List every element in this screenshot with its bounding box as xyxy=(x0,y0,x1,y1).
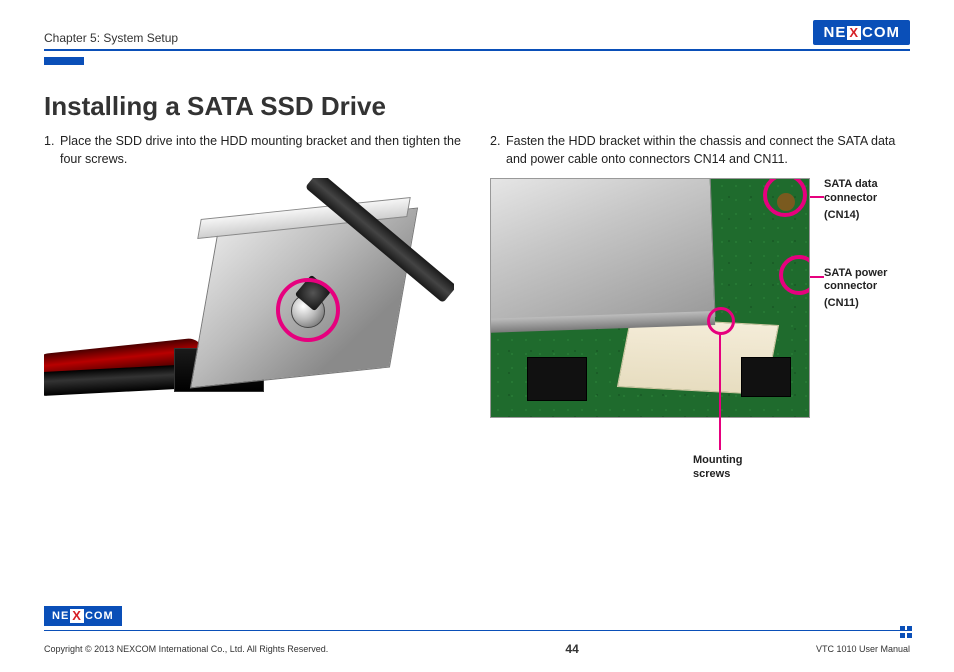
footer-logo: NE X COM xyxy=(44,606,122,626)
label-mounting-line2: screws xyxy=(693,468,742,482)
content-columns: 1. Place the SDD drive into the HDD moun… xyxy=(44,132,910,436)
leader-line-icon xyxy=(810,276,824,278)
copyright-text: Copyright © 2013 NEXCOM International Co… xyxy=(44,644,328,654)
leader-line-icon xyxy=(719,334,721,450)
label-sata-power: SATA power connector xyxy=(824,267,914,295)
logo-text-pre: NE xyxy=(52,610,69,622)
page-footer: NE X COM Copyright © 2013 NEXCOM Interna… xyxy=(44,606,910,656)
figure-1-image xyxy=(44,178,454,436)
label-mounting-line1: Mounting xyxy=(693,454,742,468)
ssd-drive-plate xyxy=(490,178,716,325)
side-callouts: SATA data connector (CN14) SATA power co… xyxy=(824,178,914,311)
brand-logo: NE X COM xyxy=(813,20,910,45)
figure-1 xyxy=(44,178,462,436)
logo-x-icon: X xyxy=(70,609,84,623)
page-header: Chapter 5: System Setup NE X COM xyxy=(44,20,910,51)
logo-text-pre: NE xyxy=(823,24,846,41)
figure-2-image xyxy=(490,178,810,418)
logo-text-post: COM xyxy=(862,24,900,41)
manual-name: VTC 1010 User Manual xyxy=(816,644,910,654)
step-2-text: Fasten the HDD bracket within the chassi… xyxy=(506,132,910,168)
label-mounting-screws: Mounting screws xyxy=(693,454,742,482)
page-number: 44 xyxy=(565,642,578,656)
step-2: 2. Fasten the HDD bracket within the cha… xyxy=(490,132,910,168)
column-left: 1. Place the SDD drive into the HDD moun… xyxy=(44,132,462,436)
chapter-label: Chapter 5: System Setup xyxy=(44,31,178,45)
header-accent-bar xyxy=(44,57,84,65)
figure-2: SATA data connector (CN14) SATA power co… xyxy=(490,178,910,418)
logo-text-post: COM xyxy=(85,610,114,622)
page-title: Installing a SATA SSD Drive xyxy=(44,91,910,122)
step-1-number: 1. xyxy=(44,132,60,168)
leader-line-icon xyxy=(810,196,824,198)
footer-dots-icon xyxy=(900,626,912,638)
label-sata-data-sub: (CN14) xyxy=(824,209,914,223)
chip-icon xyxy=(741,357,791,397)
highlight-circle-icon xyxy=(276,278,340,342)
chip-icon xyxy=(527,357,587,401)
label-sata-data: SATA data connector xyxy=(824,178,914,206)
label-sata-power-sub: (CN11) xyxy=(824,297,914,311)
step-2-number: 2. xyxy=(490,132,506,168)
step-1-text: Place the SDD drive into the HDD mountin… xyxy=(60,132,462,168)
footer-rule xyxy=(44,630,910,640)
step-1: 1. Place the SDD drive into the HDD moun… xyxy=(44,132,462,168)
footer-row: Copyright © 2013 NEXCOM International Co… xyxy=(44,642,910,656)
column-right: 2. Fasten the HDD bracket within the cha… xyxy=(490,132,910,436)
logo-x-icon: X xyxy=(847,26,861,40)
